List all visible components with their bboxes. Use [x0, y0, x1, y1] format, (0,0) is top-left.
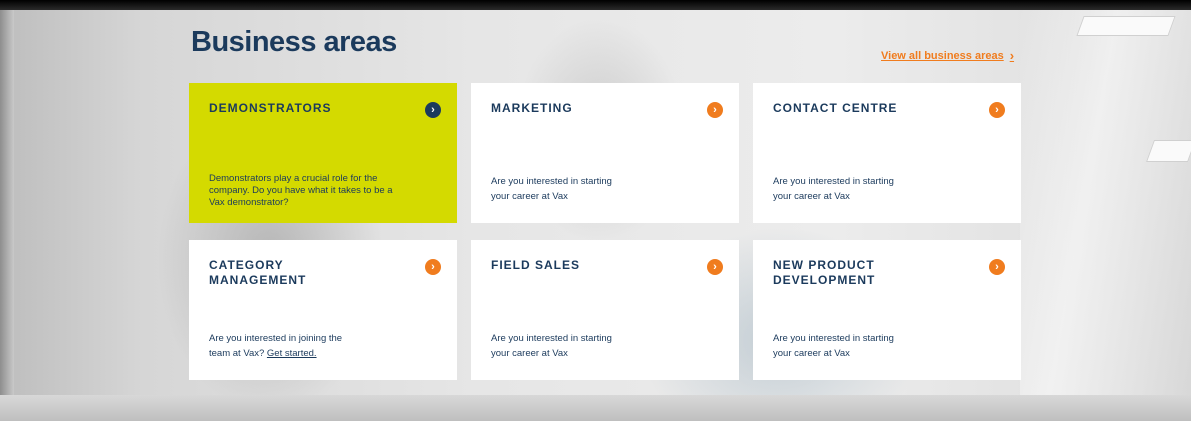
- card-title: MARKETING: [491, 101, 573, 115]
- arrow-right-circle-icon: ›: [707, 102, 723, 118]
- card-title: FIELD SALES: [491, 258, 581, 272]
- view-all-business-areas-link[interactable]: View all business areas ›: [881, 48, 1014, 63]
- background-edge: [0, 10, 14, 421]
- card-description: Are you interested in starting your care…: [491, 176, 612, 202]
- arrow-right-circle-icon: ›: [425, 102, 441, 118]
- card-marketing[interactable]: MARKETING › Are you interested in starti…: [471, 83, 739, 223]
- get-started-link[interactable]: Get started.: [267, 348, 317, 359]
- arrow-right-circle-icon: ›: [989, 102, 1005, 118]
- card-description: Demonstrators play a crucial role for th…: [209, 173, 393, 208]
- view-all-label: View all business areas: [881, 49, 1004, 62]
- card-category-management[interactable]: CATEGORY MANAGEMENT › Are you interested…: [189, 240, 457, 380]
- card-description: Are you interested in starting your care…: [491, 333, 612, 359]
- background-floor: [0, 395, 1191, 421]
- card-description: Are you interested in starting your care…: [773, 333, 894, 359]
- card-title: NEW PRODUCT DEVELOPMENT: [773, 258, 876, 287]
- card-title: CATEGORY MANAGEMENT: [209, 258, 307, 287]
- card-title: DEMONSTRATORS: [209, 101, 332, 115]
- card-field-sales[interactable]: FIELD SALES › Are you interested in star…: [471, 240, 739, 380]
- card-title: CONTACT CENTRE: [773, 101, 898, 115]
- card-description: Are you interested in joining the team a…: [209, 333, 343, 359]
- card-new-product-development[interactable]: NEW PRODUCT DEVELOPMENT › Are you intere…: [753, 240, 1021, 380]
- card-description: Are you interested in starting your care…: [773, 176, 894, 202]
- background-wall: [1020, 10, 1191, 421]
- card-contact-centre[interactable]: CONTACT CENTRE › Are you interested in s…: [753, 83, 1021, 223]
- ceiling-light: [1145, 140, 1191, 162]
- chevron-right-icon: ›: [1009, 48, 1015, 63]
- arrow-right-circle-icon: ›: [989, 259, 1005, 275]
- arrow-right-circle-icon: ›: [425, 259, 441, 275]
- card-demonstrators[interactable]: DEMONSTRATORS › Demonstrators play a cru…: [189, 83, 457, 223]
- section-title: Business areas: [191, 26, 397, 58]
- arrow-right-circle-icon: ›: [707, 259, 723, 275]
- ceiling-light: [1076, 16, 1176, 36]
- top-frame-bar: [0, 0, 1191, 10]
